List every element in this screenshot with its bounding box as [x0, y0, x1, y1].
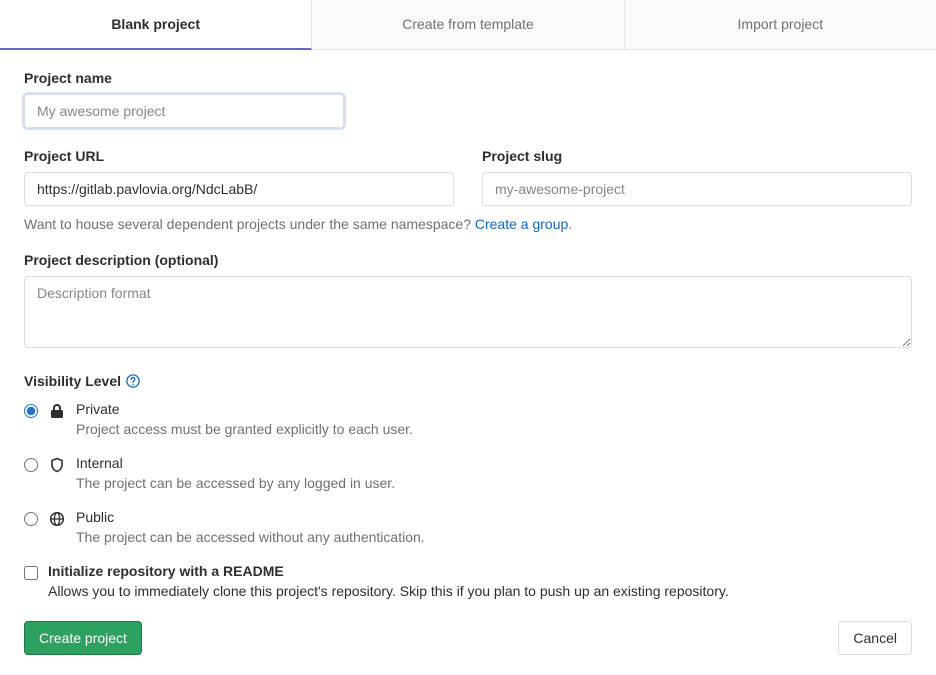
visibility-option-private[interactable]: Private Project access must be granted e… — [24, 401, 912, 437]
tab-create-from-template[interactable]: Create from template — [312, 0, 624, 49]
tab-blank-project[interactable]: Blank project — [0, 0, 312, 50]
project-name-label: Project name — [24, 70, 344, 86]
visibility-level-label: Visibility Level — [24, 373, 121, 389]
shield-icon — [48, 456, 66, 474]
initialize-readme-desc: Allows you to immediately clone this pro… — [48, 583, 729, 599]
tab-import-project[interactable]: Import project — [625, 0, 936, 49]
project-description-input[interactable] — [24, 276, 912, 348]
project-name-input[interactable] — [24, 94, 344, 128]
visibility-level-heading: Visibility Level — [24, 373, 912, 389]
project-slug-label: Project slug — [482, 148, 912, 164]
cancel-button[interactable]: Cancel — [838, 621, 912, 655]
visibility-radio-private[interactable] — [24, 404, 38, 418]
visibility-radio-internal[interactable] — [24, 458, 38, 472]
initialize-readme-title: Initialize repository with a README — [48, 563, 729, 579]
visibility-option-public[interactable]: Public The project can be accessed witho… — [24, 509, 912, 545]
visibility-internal-title: Internal — [76, 455, 912, 471]
visibility-public-desc: The project can be accessed without any … — [76, 529, 912, 545]
project-creation-tabs: Blank project Create from template Impor… — [0, 0, 936, 50]
lock-icon — [48, 402, 66, 420]
visibility-private-title: Private — [76, 401, 912, 417]
namespace-hint: Want to house several dependent projects… — [24, 216, 912, 232]
visibility-public-title: Public — [76, 509, 912, 525]
project-url-input[interactable] — [24, 172, 454, 206]
namespace-hint-text: Want to house several dependent projects… — [24, 216, 475, 232]
initialize-readme-row[interactable]: Initialize repository with a README Allo… — [24, 563, 912, 599]
visibility-private-desc: Project access must be granted explicitl… — [76, 421, 912, 437]
project-description-label: Project description (optional) — [24, 252, 912, 268]
visibility-internal-desc: The project can be accessed by any logge… — [76, 475, 912, 491]
project-url-label: Project URL — [24, 148, 454, 164]
form-actions: Create project Cancel — [24, 621, 912, 655]
globe-icon — [48, 510, 66, 528]
create-group-link[interactable]: Create a group — [475, 216, 568, 232]
project-slug-input[interactable] — [482, 172, 912, 206]
help-icon[interactable] — [126, 374, 140, 388]
new-project-form: Project name Project URL Project slug Wa… — [0, 50, 936, 675]
initialize-readme-checkbox[interactable] — [24, 566, 38, 580]
visibility-radio-public[interactable] — [24, 512, 38, 526]
create-project-button[interactable]: Create project — [24, 621, 142, 655]
visibility-option-internal[interactable]: Internal The project can be accessed by … — [24, 455, 912, 491]
namespace-hint-period: . — [568, 216, 572, 232]
